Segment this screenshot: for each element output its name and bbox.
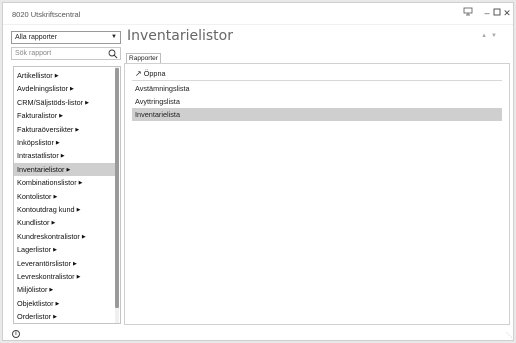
category-item[interactable]: Kontolistor ▶ <box>14 190 116 203</box>
category-item[interactable]: Kundlistor ▶ <box>14 216 116 229</box>
info-icon[interactable]: i <box>12 330 20 338</box>
category-label: Fakturaöversikter <box>17 124 74 134</box>
category-label: Kontoutdrag kund <box>17 205 75 214</box>
category-item[interactable]: Leverantörslistor ▶ <box>14 257 116 270</box>
category-item[interactable]: Intrastatlistor ▶ <box>14 149 116 162</box>
category-label: Avdelningslistor <box>17 84 68 94</box>
category-item[interactable]: Inköpslistor ▶ <box>14 136 116 149</box>
caret-right-icon: ▶ <box>81 233 86 240</box>
caret-right-icon: ▶ <box>85 99 89 106</box>
caret-right-icon: ▶ <box>54 73 59 79</box>
category-item[interactable]: Orderlistor ▶ <box>14 310 116 323</box>
resize-grip-icon[interactable]: ⋱ <box>506 332 512 339</box>
category-item[interactable]: Avdelningslistor ▶ <box>14 82 116 95</box>
report-filter-select[interactable]: Alla rapporter ▼ <box>11 31 121 44</box>
caret-right-icon: ▶ <box>75 126 80 133</box>
category-label: Miljölistor <box>17 285 48 295</box>
category-label: CRM/Säljstöds-listor <box>17 97 84 107</box>
category-item-selected[interactable]: Inventarielistor ▶ <box>14 162 116 176</box>
category-label: Levreskontralistor <box>17 272 75 281</box>
category-label: Lagerlistor <box>17 245 52 255</box>
app-window: 8020 Utskriftscentral – ✕ Alla rapporter… <box>2 2 514 341</box>
category-label: Kundlistor <box>17 218 50 228</box>
scrollbar-thumb[interactable] <box>115 68 119 308</box>
chevron-down-icon: ▼ <box>111 34 117 40</box>
page-title: Inventarielistor <box>127 28 233 44</box>
category-item[interactable]: Fakturalistor ▶ <box>14 109 116 122</box>
divider <box>132 80 502 81</box>
report-panel: ↗ Öppna Avstämningslista Avyttringslista … <box>124 63 510 325</box>
category-item[interactable]: CRM/Säljstöds-listor ▶ <box>14 96 116 109</box>
caret-right-icon: ▶ <box>55 300 60 307</box>
caret-right-icon: ▶ <box>53 193 58 200</box>
category-item[interactable]: Kontoutdrag kund ▶ <box>14 203 116 216</box>
caret-right-icon: ▶ <box>66 166 71 173</box>
nav-arrows: ▲▼ <box>481 33 501 39</box>
category-item[interactable]: Miljölistor ▶ <box>14 283 116 296</box>
open-arrow-icon: ↗ <box>135 69 142 78</box>
report-item[interactable]: Avyttringslista <box>132 95 502 108</box>
report-filter-value: Alla rapporter <box>15 34 58 41</box>
category-label: Orderlistor <box>17 312 52 322</box>
caret-right-icon: ▶ <box>76 274 81 280</box>
category-label: Objektlistor <box>17 298 54 308</box>
close-icon[interactable]: ✕ <box>501 7 513 19</box>
category-item[interactable]: Levreskontralistor ▶ <box>14 270 116 283</box>
caret-right-icon: ▶ <box>59 113 64 120</box>
category-label: Kontolistor <box>17 191 52 201</box>
caret-right-icon: ▶ <box>55 140 60 146</box>
caret-right-icon: ▶ <box>53 314 57 321</box>
caret-right-icon: ▶ <box>72 260 77 267</box>
caret-right-icon: ▶ <box>69 86 74 93</box>
search-placeholder: Sök rapport <box>15 50 52 57</box>
caret-right-icon: ▶ <box>53 247 57 254</box>
report-item[interactable]: Avstämningslista <box>132 82 502 95</box>
category-label: Artikellistor <box>17 71 53 80</box>
report-item-selected[interactable]: Inventarielista <box>132 108 502 121</box>
category-label: Inköpslistor <box>17 138 54 147</box>
report-category-list[interactable]: Artikellistor ▶ Avdelningslistor ▶ CRM/Säl… <box>13 66 121 324</box>
caret-right-icon: ▶ <box>51 220 56 227</box>
category-label: Intrastatlistor <box>17 151 59 161</box>
caret-right-icon: ▶ <box>60 153 65 160</box>
search-input[interactable]: Sök rapport <box>11 47 121 60</box>
category-item[interactable]: Kombinationslistor ▶ <box>14 176 116 189</box>
category-label: Kundreskontralistor <box>17 231 80 241</box>
open-button[interactable]: ↗ Öppna <box>135 69 166 79</box>
category-label: Fakturalistor <box>17 111 58 121</box>
open-label: Öppna <box>143 69 166 78</box>
category-item[interactable]: Fakturaöversikter ▶ <box>14 123 116 136</box>
caret-right-icon: ▶ <box>49 287 54 294</box>
arrow-down-icon[interactable]: ▼ <box>491 33 501 39</box>
category-item[interactable]: Lagerlistor ▶ <box>14 243 116 256</box>
caret-right-icon: ▶ <box>76 207 81 213</box>
category-item[interactable]: Objektlistor ▶ <box>14 297 116 310</box>
category-label: Leverantörslistor <box>17 258 71 268</box>
category-label: Kombinationslistor <box>17 178 77 188</box>
category-label: Inventarielistor <box>17 164 65 174</box>
search-icon[interactable] <box>108 49 118 59</box>
title-bar: 8020 Utskriftscentral – ✕ <box>3 3 513 25</box>
report-sidebar: Alla rapporter ▼ Sök rapport Artikellist… <box>11 31 121 324</box>
monitor-icon[interactable] <box>462 7 474 19</box>
arrow-up-icon[interactable]: ▲ <box>481 33 491 39</box>
window-title: 8020 Utskriftscentral <box>12 10 81 19</box>
caret-right-icon: ▶ <box>78 180 83 187</box>
category-item[interactable]: Artikellistor ▶ <box>14 69 116 82</box>
category-item[interactable]: Kundreskontralistor ▶ <box>14 230 116 243</box>
